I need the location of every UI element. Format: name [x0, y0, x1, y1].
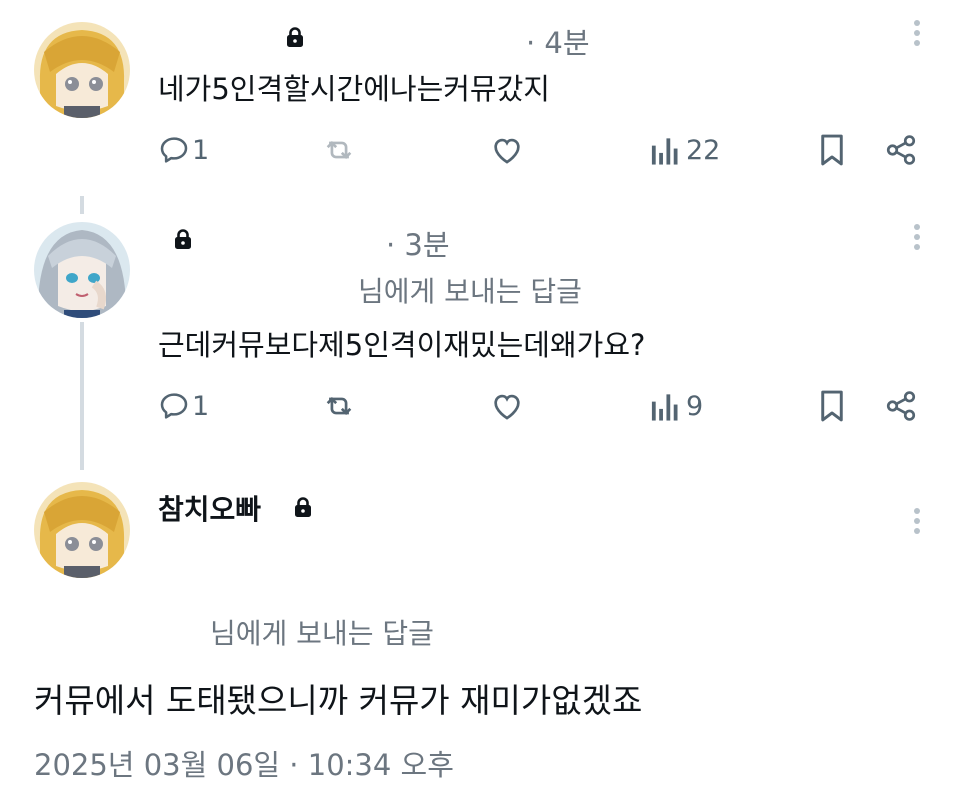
timestamp[interactable]: 2025년 03월 06일 · 10:34 오후 [34, 742, 454, 784]
retweet-icon [326, 397, 352, 415]
avatar[interactable] [34, 482, 130, 578]
share-button[interactable] [884, 130, 918, 170]
bookmark-icon [821, 134, 843, 166]
reply-icon [160, 393, 188, 419]
like-button[interactable] [490, 130, 524, 170]
views-button[interactable]: 22 [650, 130, 720, 170]
more-icon[interactable] [912, 220, 922, 260]
tweet-time: · 4분 [526, 26, 590, 60]
more-icon[interactable] [912, 16, 922, 56]
retweet-button[interactable] [322, 386, 356, 426]
avatar[interactable] [34, 222, 130, 318]
heart-icon [494, 394, 520, 420]
lock-icon [172, 228, 194, 250]
share-icon [886, 135, 916, 165]
thread-line [80, 196, 84, 214]
views-button[interactable]: 9 [650, 386, 703, 426]
thread-line [80, 322, 84, 470]
tweet-time: · 3분 [386, 228, 450, 262]
retweet-icon [326, 141, 352, 159]
bookmark-button[interactable] [816, 130, 848, 170]
lock-icon [284, 26, 306, 48]
author-name[interactable]: 참치오빠 [158, 488, 261, 528]
reply-to-label[interactable]: 님에게 보내는 답글 [358, 270, 582, 310]
more-icon[interactable] [912, 504, 922, 544]
reply-button[interactable]: 1 [158, 130, 209, 170]
reply-count: 1 [192, 390, 210, 422]
reply-button[interactable]: 1 [158, 386, 209, 426]
views-icon [651, 394, 678, 421]
reply-count: 1 [192, 134, 210, 166]
main-tweet-text: 커뮤에서 도태됐으니까 커뮤가 재미가없겠죠 [34, 681, 643, 720]
reply-icon [160, 137, 188, 163]
lock-icon [292, 496, 314, 518]
tweet-text: 근데커뮤보다제5인격이재밌는데왜가요? [158, 328, 646, 362]
bookmark-button[interactable] [816, 386, 848, 426]
tweet-text: 네가5인격할시간에나는커뮤갔지 [158, 72, 550, 106]
avatar[interactable] [34, 22, 130, 118]
retweet-button[interactable] [322, 130, 356, 170]
views-icon [651, 138, 678, 165]
share-button[interactable] [884, 386, 918, 426]
bookmark-icon [821, 390, 843, 422]
heart-icon [494, 138, 520, 164]
like-button[interactable] [490, 386, 524, 426]
reply-to-label[interactable]: 님에게 보내는 답글 [210, 612, 434, 652]
views-count: 22 [686, 134, 721, 166]
share-icon [886, 391, 916, 421]
views-count: 9 [686, 390, 704, 422]
